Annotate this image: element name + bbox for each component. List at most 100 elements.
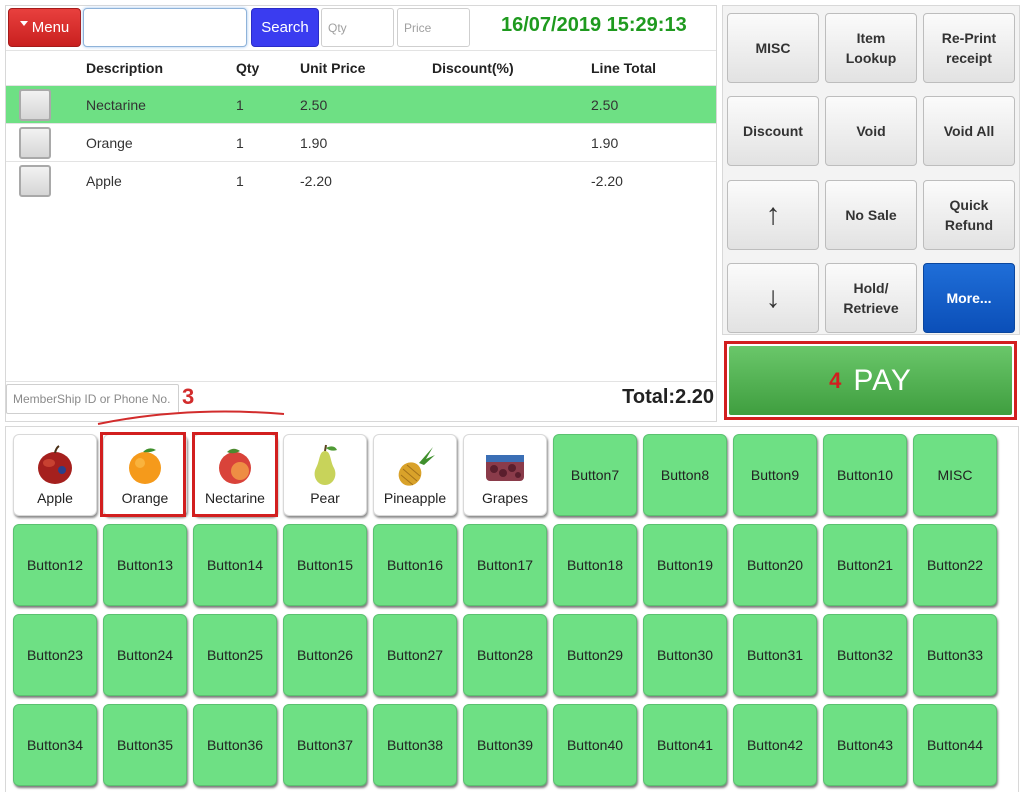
item-button-32[interactable]: Button32	[823, 614, 907, 696]
cell-description: Orange	[86, 134, 133, 151]
quick-refund-button[interactable]: Quick Refund	[923, 180, 1015, 250]
item-button-17[interactable]: Button17	[463, 524, 547, 606]
item-button-39[interactable]: Button39	[463, 704, 547, 786]
column-header-discount: Discount(%)	[432, 60, 514, 76]
pay-label: PAY	[853, 363, 912, 397]
product-button-grapes[interactable]: Grapes	[463, 434, 547, 516]
misc-button[interactable]: MISC	[727, 13, 819, 83]
cell-description: Apple	[86, 173, 122, 189]
item-button-18[interactable]: Button18	[553, 524, 637, 606]
pay-button[interactable]: 4 PAY	[729, 346, 1012, 415]
scroll-up-button[interactable]: ↑	[727, 180, 819, 250]
search-input[interactable]	[83, 8, 247, 47]
item-button-8[interactable]: Button8	[643, 434, 727, 516]
caret-down-icon	[19, 21, 28, 26]
cell-qty: 1	[236, 173, 244, 189]
pos-screen: Menu Search 16/07/2019 15:29:13 Descript…	[0, 0, 1021, 792]
row-checkbox[interactable]	[19, 89, 51, 121]
product-label: Pineapple	[383, 490, 447, 506]
item-lookup-button[interactable]: Item Lookup	[825, 13, 917, 83]
hold-retrieve-button[interactable]: Hold/ Retrieve	[825, 263, 917, 333]
item-button-41[interactable]: Button41	[643, 704, 727, 786]
cell-line-total: -2.20	[591, 173, 623, 189]
item-button-30[interactable]: Button30	[643, 614, 727, 696]
column-header-qty: Qty	[236, 60, 260, 76]
no-sale-button[interactable]: No Sale	[825, 180, 917, 250]
item-button-34[interactable]: Button34	[13, 704, 97, 786]
item-button-19[interactable]: Button19	[643, 524, 727, 606]
order-total: Total:2.20	[622, 386, 714, 408]
item-button-10[interactable]: Button10	[823, 434, 907, 516]
price-input[interactable]	[397, 8, 470, 47]
cell-qty: 1	[236, 134, 244, 151]
orange-icon	[129, 448, 161, 484]
cell-qty: 1	[236, 96, 244, 113]
order-panel: Menu Search 16/07/2019 15:29:13 Descript…	[5, 5, 717, 425]
search-button[interactable]: Search	[251, 8, 319, 47]
grapes-icon	[486, 455, 524, 481]
discount-button[interactable]: Discount	[727, 96, 819, 166]
item-button-43[interactable]: Button43	[823, 704, 907, 786]
item-button-37[interactable]: Button37	[283, 704, 367, 786]
item-button-38[interactable]: Button38	[373, 704, 457, 786]
item-button-42[interactable]: Button42	[733, 704, 817, 786]
more-button[interactable]: More...	[923, 263, 1015, 333]
scroll-down-button[interactable]: ↓	[727, 263, 819, 333]
arrow-down-icon: ↓	[765, 281, 781, 314]
qty-input[interactable]	[321, 8, 394, 47]
item-button-33[interactable]: Button33	[913, 614, 997, 696]
arrow-up-icon: ↑	[765, 198, 781, 231]
table-row[interactable]: Orange 1 1.90 1.90	[6, 124, 716, 162]
menu-label: Menu	[31, 19, 70, 36]
item-button-29[interactable]: Button29	[553, 614, 637, 696]
nectarine-icon	[219, 448, 251, 484]
menu-button[interactable]: Menu	[8, 8, 81, 47]
item-button-14[interactable]: Button14	[193, 524, 277, 606]
item-button-24[interactable]: Button24	[103, 614, 187, 696]
item-button-36[interactable]: Button36	[193, 704, 277, 786]
item-grid: Apple Orange Nectarine Pear Pineapple Gr…	[5, 426, 1019, 792]
item-button-13[interactable]: Button13	[103, 524, 187, 606]
row-checkbox[interactable]	[19, 127, 51, 159]
item-button-44[interactable]: Button44	[913, 704, 997, 786]
item-button-9[interactable]: Button9	[733, 434, 817, 516]
product-label: Apple	[37, 490, 73, 506]
item-button-40[interactable]: Button40	[553, 704, 637, 786]
item-button-22[interactable]: Button22	[913, 524, 997, 606]
item-button-27[interactable]: Button27	[373, 614, 457, 696]
product-button-apple[interactable]: Apple	[13, 434, 97, 516]
table-row[interactable]: Nectarine 1 2.50 2.50	[6, 86, 716, 124]
item-button-25[interactable]: Button25	[193, 614, 277, 696]
item-button-16[interactable]: Button16	[373, 524, 457, 606]
row-checkbox[interactable]	[19, 165, 51, 197]
item-button-23[interactable]: Button23	[13, 614, 97, 696]
apple-icon	[38, 445, 72, 484]
function-panel: MISC Item Lookup Re-Print receipt Discou…	[722, 5, 1020, 335]
item-button-35[interactable]: Button35	[103, 704, 187, 786]
reprint-receipt-button[interactable]: Re-Print receipt	[923, 13, 1015, 83]
cell-unit-price: 2.50	[300, 96, 328, 113]
item-button-12[interactable]: Button12	[13, 524, 97, 606]
pineapple-icon	[398, 447, 435, 486]
product-button-pear[interactable]: Pear	[283, 434, 367, 516]
item-button-7[interactable]: Button7	[553, 434, 637, 516]
column-header-unit-price: Unit Price	[300, 60, 366, 76]
column-header-line-total: Line Total	[591, 60, 657, 76]
cell-unit-price: -2.20	[300, 173, 332, 189]
item-button-26[interactable]: Button26	[283, 614, 367, 696]
product-label: Pear	[310, 490, 340, 506]
void-button[interactable]: Void	[825, 96, 917, 166]
item-button-21[interactable]: Button21	[823, 524, 907, 606]
item-button-15[interactable]: Button15	[283, 524, 367, 606]
table-row[interactable]: Apple 1 -2.20 -2.20	[6, 162, 716, 200]
product-button-nectarine[interactable]: Nectarine	[193, 434, 277, 516]
product-button-pineapple[interactable]: Pineapple	[373, 434, 457, 516]
void-all-button[interactable]: Void All	[923, 96, 1015, 166]
product-button-orange[interactable]: Orange	[103, 434, 187, 516]
item-button-28[interactable]: Button28	[463, 614, 547, 696]
item-button-20[interactable]: Button20	[733, 524, 817, 606]
divider	[6, 381, 716, 382]
item-button-misc[interactable]: MISC	[913, 434, 997, 516]
item-button-31[interactable]: Button31	[733, 614, 817, 696]
cell-unit-price: 1.90	[300, 134, 328, 151]
